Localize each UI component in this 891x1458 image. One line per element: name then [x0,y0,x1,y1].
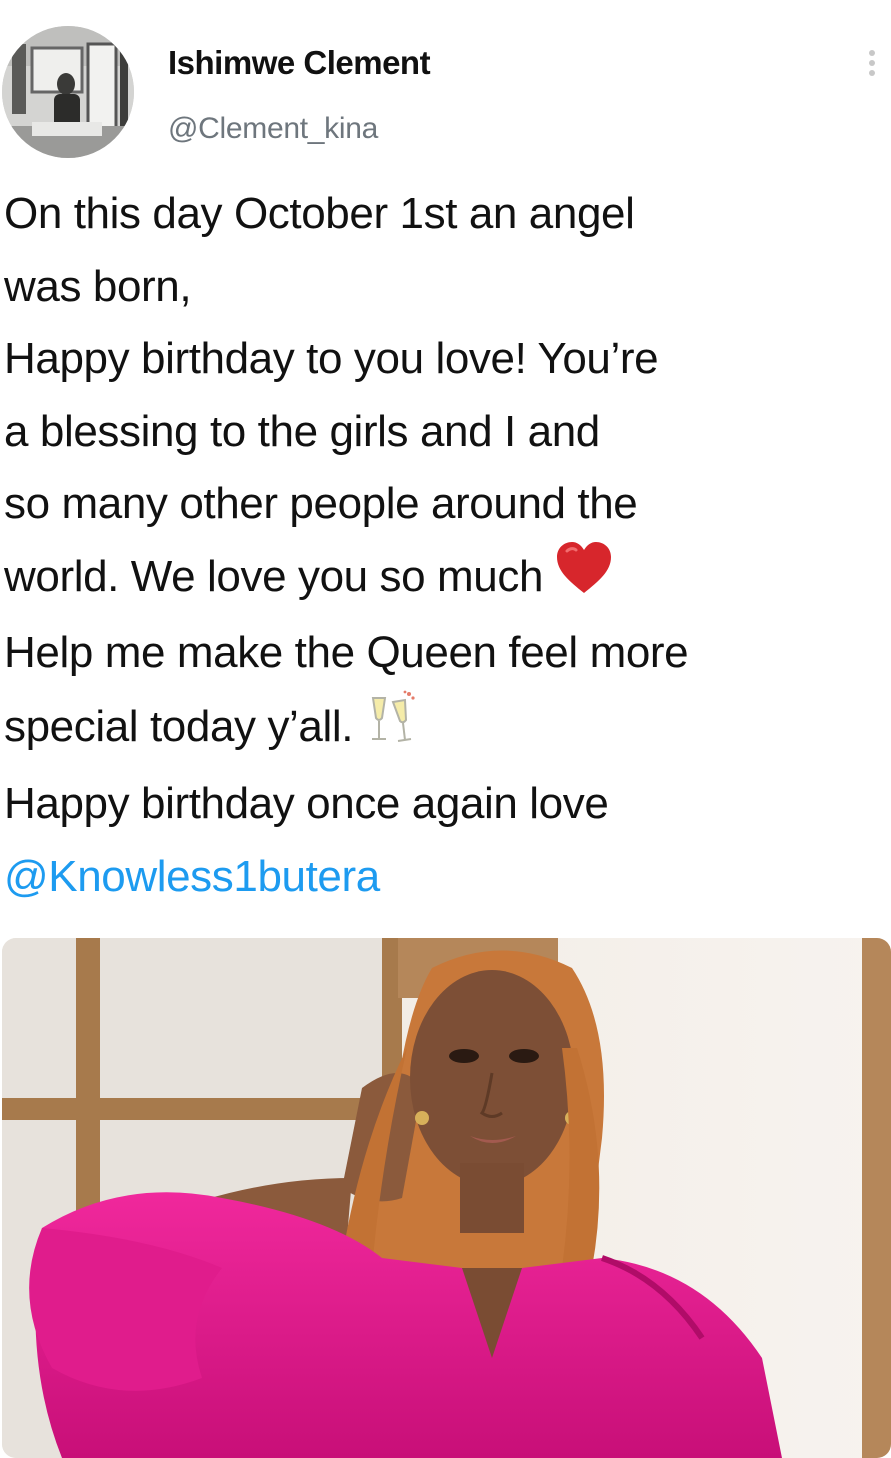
tweet-line: Happy birthday once again love [4,779,609,829]
tweet-line: Happy birthday to you love! You’re [4,334,659,383]
tweet-line: On this day October 1st an angel [4,189,635,238]
tweet-line: Help me make the Queen feel more [4,628,689,678]
avatar[interactable] [2,26,134,158]
photo-woman-pink-dress [2,938,891,1458]
clinking-glasses-icon [365,690,417,769]
tweet-line-with-heart: world. We love you so much [4,541,888,618]
tweet-body: On this day October 1st an angel was bor… [4,178,888,913]
tweet-photo[interactable] [2,938,891,1458]
tweet-line: was born, [4,261,192,311]
tweet-line: a blessing to the girls and I and [4,406,600,456]
author-handle[interactable]: @Clement_kina [168,112,378,146]
mention-link[interactable]: @Knowless1butera [4,841,888,914]
tweet-line-text: world. We love you so much [4,551,544,601]
red-heart-icon [555,541,613,618]
tweet-line-text: special today y’all. [4,701,354,751]
tweet-card: Ishimwe Clement @Clement_kina On this da… [0,0,891,1458]
avatar-photo [2,26,134,158]
tweet-line-with-glasses: special today y’all. [4,690,888,769]
tweet-line: so many other people around the [4,479,638,528]
vertical-ellipsis-icon[interactable] [860,46,884,92]
author-name[interactable]: Ishimwe Clement [168,44,431,82]
